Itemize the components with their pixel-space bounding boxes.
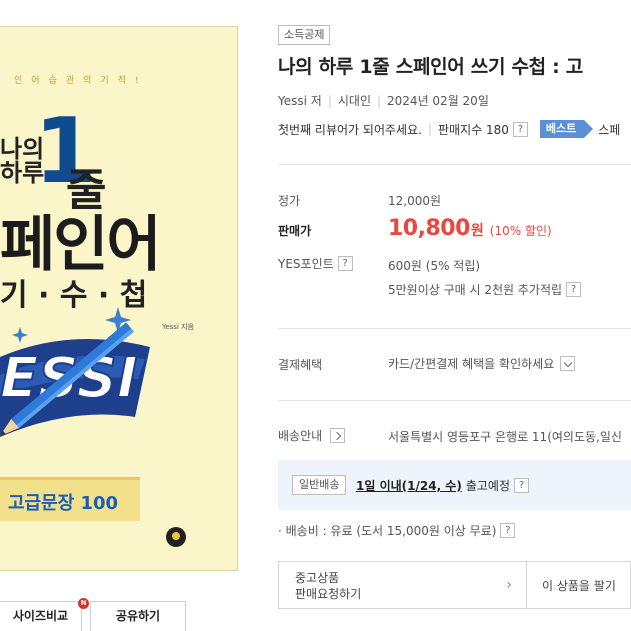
help-icon[interactable]: ? bbox=[337, 256, 353, 271]
benefit-row[interactable]: 카드/간편결제 혜택을 확인하세요 bbox=[388, 355, 576, 372]
divider bbox=[278, 328, 631, 329]
points-extra: 5만원이상 구매 시 2천원 추가적립 bbox=[388, 283, 563, 297]
shipping-type-tag: 일반배송 bbox=[292, 475, 347, 495]
benefit-label: 결제혜택 bbox=[278, 358, 323, 372]
publisher-link[interactable]: 시대인 bbox=[338, 94, 371, 108]
publisher-logo-icon bbox=[166, 527, 186, 547]
points-extra-row: 5만원이상 구매 시 2천원 추가적립 ? bbox=[388, 281, 582, 298]
product-meta: Yessi 저 | 시대인 | 2024년 02월 20일 bbox=[278, 92, 489, 109]
shipping-eta-date[interactable]: 1일 이내(1/24, 수) bbox=[356, 477, 462, 494]
list-price-label: 정가 bbox=[278, 194, 301, 208]
author-link[interactable]: Yessi 저 bbox=[278, 94, 322, 108]
delivery-label: 배송안내 bbox=[278, 429, 323, 443]
delivery-address[interactable]: 서울특별시 영등포구 은행로 11(여의도동,일신 bbox=[388, 428, 622, 445]
benefit-value: 카드/간편결제 혜택을 확인하세요 bbox=[388, 357, 555, 371]
help-icon[interactable]: ? bbox=[512, 121, 528, 137]
product-title: 나의 하루 1줄 스페인어 쓰기 수첩 : 고 bbox=[278, 56, 583, 78]
new-badge: N bbox=[78, 598, 89, 609]
shipping-eta: 1일 이내(1/24, 수) 출고예정 ? bbox=[356, 477, 529, 494]
list-price-value: 12,000원 bbox=[388, 194, 442, 208]
points-label: YES포인트 bbox=[278, 257, 334, 271]
sale-price-value: 10,800 bbox=[388, 216, 470, 241]
tax-deduction-tag: 소득공제 bbox=[278, 25, 331, 45]
shipping-fee: · 배송비 : 유료 (도서 15,000원 이상 무료) bbox=[278, 524, 497, 538]
cover-slogan: 인어습관의기적! bbox=[14, 76, 148, 86]
sales-index: 판매지수 180 bbox=[437, 122, 509, 137]
used-line2: 판매요청하기 bbox=[295, 587, 362, 601]
help-icon[interactable]: ? bbox=[514, 478, 529, 493]
shipping-info-box: 일반배송 1일 이내(1/24, 수) 출고예정 ? bbox=[278, 460, 631, 510]
share-button[interactable]: 공유하기 bbox=[90, 601, 186, 631]
help-icon[interactable]: ? bbox=[566, 282, 582, 297]
used-sale-request-button[interactable]: 중고상품 판매요청하기 › bbox=[278, 561, 527, 609]
shipping-eta-text: 출고예정 bbox=[465, 479, 510, 493]
sell-this-item-button[interactable]: 이 상품을 팔기 bbox=[527, 561, 631, 609]
discount-rate: (10% 할인) bbox=[489, 224, 552, 238]
book-cover[interactable]: 인어습관의기적! 나의 하루 1 줄 페인어 기 · 수 · 첩 Yessi 지… bbox=[0, 26, 238, 571]
meta-divider: | bbox=[376, 94, 382, 108]
chevron-right-icon[interactable] bbox=[330, 428, 346, 443]
best-category-text[interactable]: 스페 bbox=[598, 121, 620, 138]
review-row: 첫번째 리뷰어가 되어주세요. | 판매지수 180 ? 베스트 스페 bbox=[278, 120, 620, 138]
meta-divider: | bbox=[327, 94, 332, 108]
review-divider: | bbox=[427, 122, 432, 136]
cover-banner-text: 고급문장 100 bbox=[8, 493, 119, 514]
cover-pencil-illustration: ESSI bbox=[0, 307, 150, 437]
cover-title-jul: 줄 bbox=[66, 165, 107, 216]
help-icon[interactable]: ? bbox=[500, 523, 516, 538]
best-badge[interactable]: 베스트 bbox=[539, 120, 594, 138]
divider bbox=[278, 164, 631, 165]
sale-price-unit: 원 bbox=[470, 223, 484, 239]
cover-title-spanish: 페인어 bbox=[0, 210, 162, 280]
sale-price-label: 판매가 bbox=[278, 224, 312, 238]
sale-price-row: 10,800 원 (10% 할인) bbox=[388, 216, 552, 241]
sell-label: 이 상품을 팔기 bbox=[542, 579, 616, 593]
delivery-label-row: 배송안내 bbox=[278, 427, 346, 444]
chevron-right-icon: › bbox=[506, 577, 512, 593]
shipping-fee-row: · 배송비 : 유료 (도서 15,000원 이상 무료) ? bbox=[278, 522, 516, 539]
divider bbox=[278, 400, 631, 401]
product-info-panel: 소득공제 나의 하루 1줄 스페인어 쓰기 수첩 : 고 Yessi 저 | 시대인… bbox=[278, 0, 631, 631]
points-label-row: YES포인트 ? bbox=[278, 255, 353, 272]
size-compare-button[interactable]: 사이즈비교 bbox=[0, 601, 82, 631]
used-line1: 중고상품 bbox=[295, 571, 340, 585]
publish-date: 2024년 02월 20일 bbox=[387, 94, 489, 108]
review-prompt-link[interactable]: 첫번째 리뷰어가 되어주세요. bbox=[278, 121, 422, 138]
chevron-down-icon[interactable] bbox=[560, 356, 576, 371]
points-value: 600원 (5% 적립) bbox=[388, 259, 481, 273]
